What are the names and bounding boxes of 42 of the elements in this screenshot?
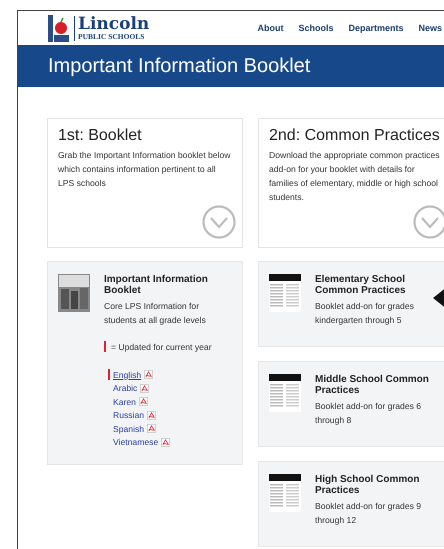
addon-description: Booklet add-on for grades kindergarten through 5: [315, 300, 415, 327]
chevron-down-icon[interactable]: [413, 205, 444, 239]
step-description: Download the appropriate common practices add-on for your booklet with details for families of elementary, middle or high school students.: [269, 149, 441, 204]
booklet-thumbnail: [269, 374, 301, 412]
booklet-title: Important Information Booklet: [104, 274, 209, 296]
step-title: 2nd: Common Practices: [269, 127, 441, 145]
booklet-description: Core LPS Information for students at all grade levels: [104, 300, 207, 327]
pdf-icon: [147, 424, 156, 434]
legend-text: = Updated for current year: [111, 342, 212, 352]
language-link[interactable]: Vietnamese: [113, 437, 158, 448]
addon-card[interactable]: High School Common Practices Booklet add-on for grades 9 through 12: [258, 461, 444, 547]
language-link[interactable]: Russian: [113, 410, 144, 420]
booklet-thumbnail: [269, 474, 301, 512]
booklet-thumbnail: [58, 274, 90, 312]
chevron-down-icon[interactable]: [202, 205, 236, 239]
logo-icon: [48, 14, 70, 42]
language-link[interactable]: English: [113, 370, 142, 380]
step-description: Grab the Important Information booklet below which contains information pertinent to all LPS schools: [58, 149, 232, 190]
pdf-icon: [147, 410, 156, 420]
nav-link[interactable]: About: [257, 23, 284, 33]
pdf-icon: [144, 370, 154, 380]
page-title: Important Information Booklet: [48, 54, 310, 78]
nav-link[interactable]: News: [418, 23, 442, 33]
language-link[interactable]: Arabic: [113, 383, 138, 394]
language-link[interactable]: Spanish: [113, 424, 144, 434]
addon-title: Elementary School Common Practices: [315, 274, 407, 296]
addon-description: Booklet add-on for grades 9 through 12: [315, 500, 422, 527]
language-link[interactable]: Karen: [113, 396, 136, 407]
step-title: 1st: Booklet: [58, 127, 143, 145]
addon-title: Middle School Common Practices: [315, 374, 430, 396]
nav-link[interactable]: Departments: [348, 23, 404, 33]
pdf-icon: [161, 438, 170, 447]
pdf-icon: [140, 384, 150, 393]
logo-name: Lincoln: [78, 16, 150, 32]
pdf-icon: [138, 397, 148, 406]
addon-title: High School Common Practices: [315, 474, 420, 496]
addon-card[interactable]: Elementary School Common Practices Booklet add-on for grades kindergarten through 5: [258, 261, 444, 347]
nav-link[interactable]: Schools: [298, 23, 334, 33]
addon-card[interactable]: Middle School Common Practices Booklet add-on for grades 6 through 8: [258, 361, 444, 447]
addon-description: Booklet add-on for grades 6 through 8: [315, 400, 422, 427]
updated-marker: [104, 341, 106, 352]
booklet-thumbnail: [269, 274, 301, 312]
